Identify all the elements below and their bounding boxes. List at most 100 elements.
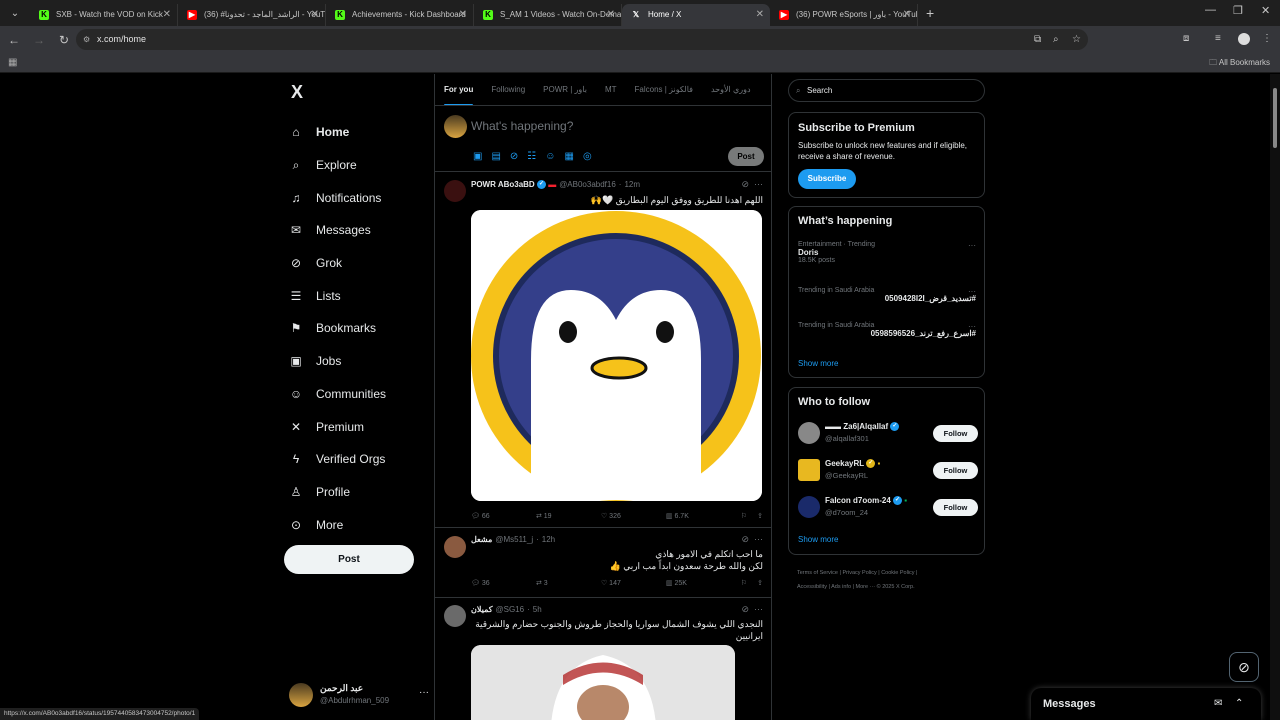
browser-tab[interactable]: K SXB - Watch the VOD on Kick ✕ [30,4,178,26]
like-button[interactable]: ♡ 326 [601,512,666,520]
schedule-icon[interactable]: ▦ [564,151,582,162]
grok-icon[interactable]: ⊘ [741,604,749,614]
messages-drawer[interactable]: Messages ✉ ⌃ [1031,688,1261,720]
views-button[interactable]: ▥ 25K [666,579,731,587]
reload-icon[interactable]: ↻ [53,33,75,47]
more-dots-icon[interactable]: ··· [754,604,763,614]
more-dots-icon[interactable]: ··· [419,687,429,698]
avatar[interactable] [444,180,466,202]
more-dots-icon[interactable]: ··· [968,241,976,250]
more-dots-icon[interactable]: ··· [754,534,763,544]
avatar[interactable] [444,536,466,558]
close-tab-icon[interactable]: ✕ [756,4,764,26]
browser-tab[interactable]: ▶ (36) POWR eSports | باور - YouTube✕ [770,4,918,26]
compose-post-button[interactable]: Post [728,147,764,166]
x-logo[interactable]: X [291,82,303,103]
footer-link[interactable]: Cookie Policy [881,570,914,576]
browser-tab-active[interactable]: 𝕏 Home / X ✕ [622,4,770,26]
media-icon[interactable]: ≡ [1215,33,1221,44]
trend-item[interactable]: Trending in Saudi Arabia #تسديد_قرض_0509… [798,287,976,303]
browser-tab[interactable]: K S_AM 1 Videos - Watch On-Demand ✕ [474,4,622,26]
compose-input[interactable]: What's happening? [471,119,573,133]
cast-icon[interactable]: ⧉ [1034,29,1041,50]
location-icon[interactable]: ◎ [583,151,601,162]
more-dots-icon[interactable]: ··· [968,322,976,331]
nav-messages[interactable]: ✉ Messages [289,214,386,247]
tab-for-you[interactable]: For you [444,74,474,105]
account-switcher[interactable]: عبد الرحمن @Abdulrhman_509 ··· [289,683,429,709]
back-icon[interactable]: ← [3,33,25,47]
close-tab-icon[interactable]: ✕ [459,4,467,26]
browser-tab[interactable]: K Achievements - Kick Dashboard ✕ [326,4,474,26]
subscribe-button[interactable]: Subscribe [798,169,856,189]
repost-button[interactable]: ⇄ 19 [536,512,601,520]
nav-jobs[interactable]: ▣ Jobs [289,345,386,378]
extensions-icon[interactable]: ⧈ [1183,33,1189,44]
follow-button[interactable]: Follow [933,462,978,479]
tweet[interactable]: POWR ABo3aBD ✓ ▬ @AB0o3abdf16 · 12m ⊘ ··· ا… [435,173,771,528]
page-scrollbar[interactable] [1270,74,1280,720]
follow-button[interactable]: Follow [933,425,978,442]
trends-show-more[interactable]: Show more [798,359,838,368]
like-button[interactable]: ♡ 147 [601,579,666,587]
nav-premium[interactable]: ✕ Premium [289,410,386,443]
maximize-icon[interactable]: ❐ [1233,4,1243,17]
new-tab-icon[interactable]: + [926,5,934,21]
tab-league[interactable]: دوري الأوحد [711,74,751,105]
avatar[interactable] [444,605,466,627]
tweet-author[interactable]: مشعل @Ms511_j · 12h [471,535,555,544]
grok-fab-button[interactable]: ⊘ [1229,652,1259,682]
footer-link[interactable]: Accessibility [797,584,827,590]
nav-home[interactable]: ⌂ Home [289,116,386,149]
reply-button[interactable]: 💬︎ 36 [471,579,536,587]
grok-icon[interactable]: ⊘ [741,179,749,189]
scroll-thumb[interactable] [1273,88,1277,148]
tab-powr[interactable]: POWR | باور [543,74,587,105]
bookmark-icon[interactable]: ⚐ [741,579,747,587]
browser-tab[interactable]: ▶ (36) #الراشد_الماجد - تحدونا - YouTube✕ [178,4,326,26]
grok-icon[interactable]: ⊘ [510,151,527,162]
follow-suggestion[interactable]: ▬▬ Za6|Alqallaf ✓ @alqallaf301 Follow [798,421,978,445]
follow-suggestion[interactable]: Falcon d7oom-24 ✓ ▪ @d7oom_24 Follow [798,495,978,519]
nav-grok[interactable]: ⊘ Grok [289,247,386,280]
poll-icon[interactable]: ☷ [527,151,545,162]
all-bookmarks[interactable]: 🗀 All Bookmarks [1209,57,1270,71]
tab-following[interactable]: Following [491,74,525,105]
tweet-author[interactable]: كميلان @SG16 · 5h [471,605,542,614]
more-dots-icon[interactable]: ··· [754,179,763,189]
bookmark-star-icon[interactable]: ☆ [1072,29,1081,50]
tab-mt[interactable]: MT [605,74,617,105]
views-button[interactable]: ▥ 6.7K [666,512,731,520]
bookmark-icon[interactable]: ⚐ [741,512,747,520]
tweet[interactable]: كميلان @SG16 · 5h ⊘ ··· النجدي اللي يشوف ال… [435,598,771,720]
apps-grid-icon[interactable]: ▦ [8,57,17,68]
close-tab-icon[interactable]: ✕ [607,4,615,26]
menu-dots-icon[interactable]: ⋮ [1262,33,1272,44]
tweet-image[interactable] [471,210,762,501]
tweet-author[interactable]: POWR ABo3aBD ✓ ▬ @AB0o3abdf16 · 12m [471,180,640,190]
tab-search-icon[interactable]: ⌄ [4,3,26,23]
tweet-image[interactable] [471,645,735,720]
minimize-icon[interactable]: — [1205,4,1216,16]
sidebar-post-button[interactable]: Post [284,545,414,574]
close-tab-icon[interactable]: ✕ [903,4,911,26]
emoji-icon[interactable]: ☺ [545,151,564,162]
footer-link[interactable]: Privacy Policy [842,570,876,576]
follow-button[interactable]: Follow [933,499,978,516]
profile-avatar[interactable] [1238,33,1250,45]
share-icon[interactable]: ⇪ [757,579,763,587]
nav-lists[interactable]: ☰ Lists [289,279,386,312]
nav-notifications[interactable]: ♫ Notifications [289,181,386,214]
share-icon[interactable]: ⇪ [757,512,763,520]
footer-link[interactable]: Terms of Service [797,570,838,576]
search-input[interactable]: ⌕ Search [788,79,985,102]
nav-profile[interactable]: ♙ Profile [289,476,386,509]
reply-button[interactable]: 💬︎ 66 [471,512,536,520]
close-window-icon[interactable]: ✕ [1261,4,1270,17]
footer-link[interactable]: More ··· [856,584,876,590]
address-bar[interactable]: ⚙ x.com/home ⧉ ⌕ ☆ [76,29,1088,50]
tweet[interactable]: مشعل @Ms511_j · 12h ⊘ ··· ما احب اتكلم في ا… [435,528,771,598]
nav-bookmarks[interactable]: ⚑ Bookmarks [289,312,386,345]
forward-icon[interactable]: → [28,33,50,47]
repost-button[interactable]: ⇄ 3 [536,579,601,587]
